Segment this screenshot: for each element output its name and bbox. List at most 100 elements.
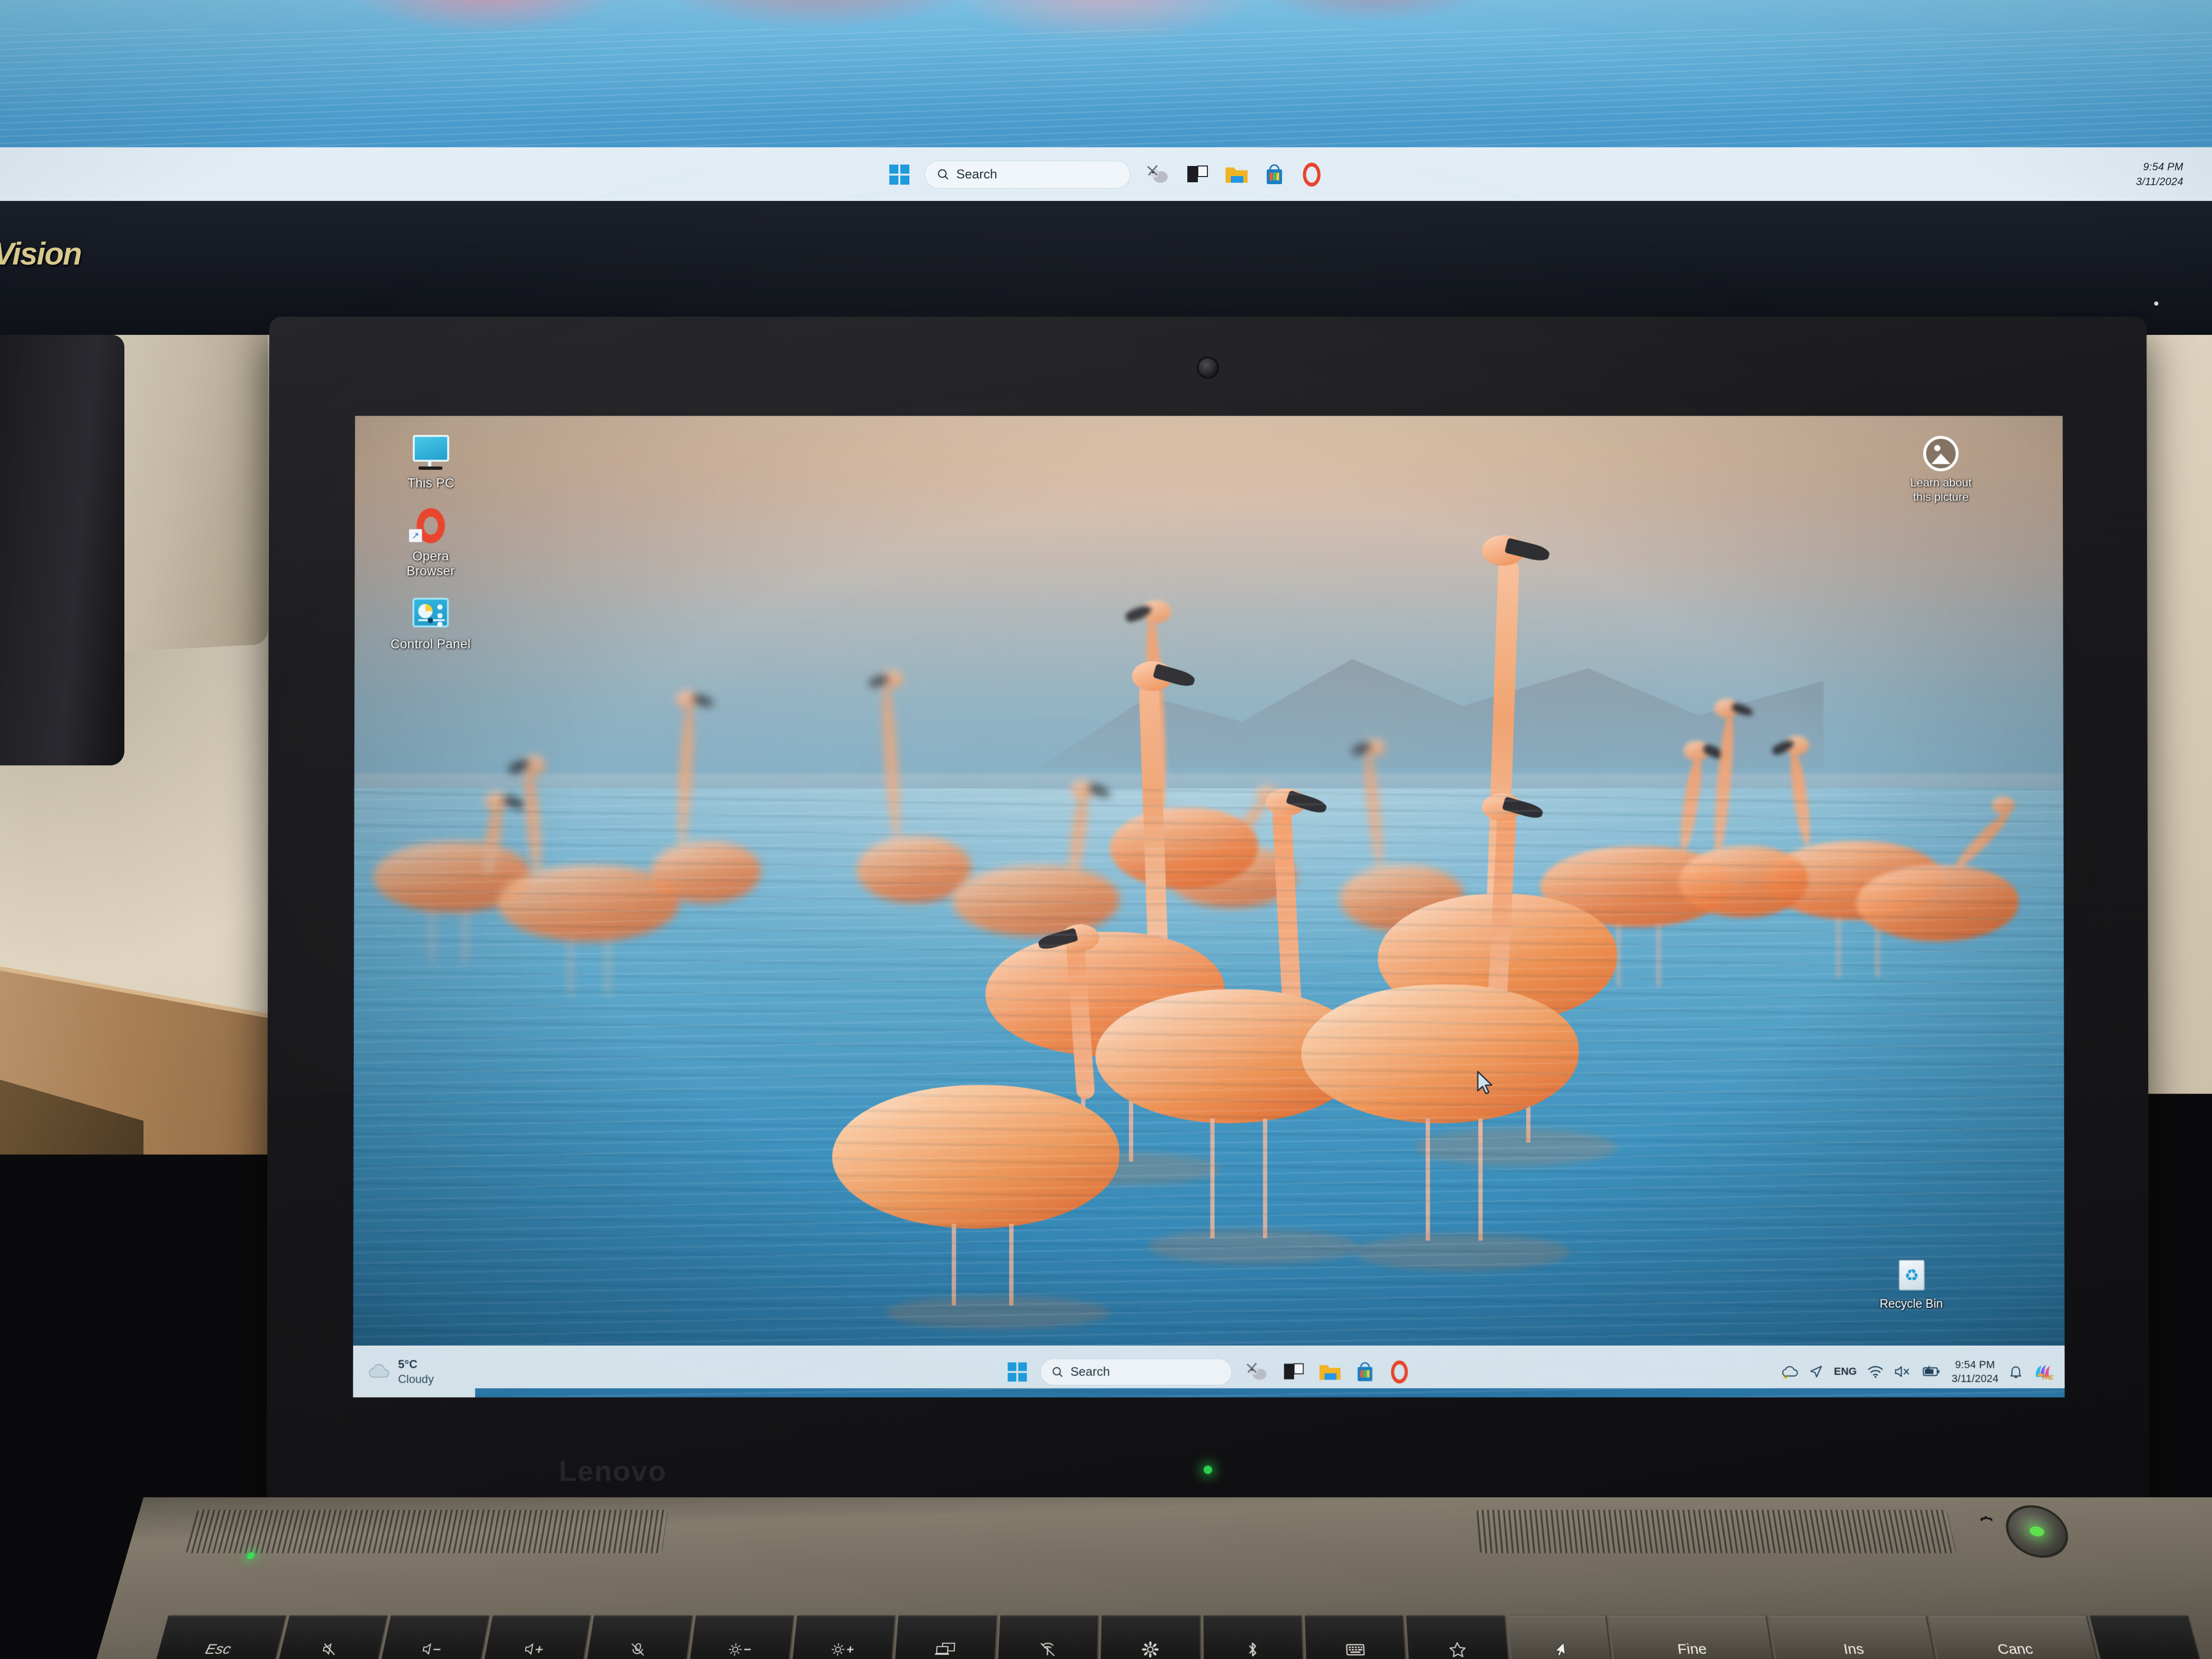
airplane-mode-key[interactable] (997, 1615, 1098, 1659)
brightness-up-icon (830, 1642, 855, 1657)
end-key[interactable]: Fine (1609, 1615, 1776, 1659)
volume-up-key[interactable] (480, 1615, 590, 1659)
search-icon (937, 168, 950, 181)
keyboard-settings-key[interactable] (1305, 1615, 1406, 1659)
external-taskbar-clock[interactable]: 9:54 PM 3/11/2024 (2136, 159, 2183, 190)
speaker-grille-right (1476, 1510, 1956, 1553)
insert-key[interactable]: Ins (1770, 1615, 1940, 1659)
laptop-lid: This PC ↗ Opera Browser Control Panel ♻ … (266, 317, 2149, 1522)
location-arrow-icon (1809, 1364, 1824, 1379)
mute-key[interactable] (273, 1615, 387, 1659)
desktop-icon-recycle-bin[interactable]: ♻ Recycle Bin (1868, 1258, 1954, 1311)
desktop-icon-this-pc[interactable]: This PC (376, 434, 486, 491)
star-icon (1449, 1642, 1467, 1657)
desktop-wallpaper (353, 416, 2065, 1397)
search-box[interactable]: Search (925, 161, 1130, 188)
volume-down-key[interactable] (376, 1615, 489, 1659)
esc-key-label: Esc (203, 1641, 232, 1658)
control-panel-label: Control Panel (390, 637, 470, 652)
function-key-row: Esc Fine Ins Canc (89, 1615, 2212, 1659)
extra-key[interactable] (2090, 1615, 2206, 1659)
keyboard-status-led (246, 1552, 255, 1559)
external-taskbar[interactable]: Search 9:54 PM 3/11/2024 (0, 147, 2212, 201)
laptop-status-led (1204, 1465, 1212, 1474)
location-icon[interactable] (1809, 1364, 1824, 1379)
copilot-button[interactable] (1145, 163, 1172, 187)
esc-key[interactable]: Esc (150, 1615, 286, 1659)
end-key-label: Fine (1677, 1641, 1708, 1658)
copilot-icon (1244, 1360, 1270, 1383)
external-taskbar-center: Search (888, 161, 1324, 188)
copilot-preview-badge: PRE (2042, 1375, 2053, 1382)
copilot-preview-icon[interactable]: PRE (2033, 1362, 2052, 1381)
notifications-icon[interactable] (2009, 1364, 2023, 1379)
copilot-icon (1145, 163, 1172, 187)
system-tray[interactable]: ENG 9:54 PM 3/11/2024 PRE (1781, 1358, 2052, 1386)
weather-widget[interactable]: 5°C Cloudy (367, 1357, 434, 1387)
file-explorer-button[interactable] (1224, 164, 1249, 186)
search-placeholder: Search (1071, 1364, 1110, 1379)
laptop-brand-label: Lenovo (559, 1454, 667, 1487)
file-explorer-button[interactable] (1318, 1361, 1342, 1382)
desktop-icon-column: This PC ↗ Opera Browser Control Panel (376, 434, 486, 652)
microsoft-store-button[interactable] (1263, 163, 1285, 186)
picture-info-icon (1923, 436, 1958, 471)
volume-muted-icon[interactable] (1894, 1365, 1912, 1378)
screen-vignette (353, 416, 2065, 1397)
control-panel-icon (409, 595, 453, 633)
opera-button[interactable] (1300, 163, 1324, 187)
cursor-key[interactable] (1508, 1615, 1614, 1659)
taskbar-clock[interactable]: 9:54 PM 3/11/2024 (1952, 1358, 1999, 1386)
settings-key[interactable] (1100, 1615, 1200, 1659)
desktop-icon-control-panel[interactable]: Control Panel (376, 595, 486, 652)
cursor-arrow-icon (1552, 1642, 1569, 1657)
keyboard-icon (1345, 1642, 1365, 1657)
clock-date: 3/11/2024 (1952, 1371, 1999, 1386)
battery-icon[interactable] (1922, 1365, 1941, 1378)
brightness-down-key[interactable] (686, 1615, 793, 1659)
learn-picture-line1: Learn about (1910, 476, 1971, 489)
insert-key-label: Ins (1842, 1641, 1865, 1658)
laptop-taskbar[interactable]: 5°C Cloudy Search ENG 9:54 PM 3/11/2024 … (353, 1346, 2065, 1397)
task-view-icon (1186, 164, 1210, 186)
delete-key[interactable]: Canc (1929, 1615, 2102, 1659)
copilot-button[interactable] (1244, 1360, 1270, 1383)
onedrive-icon[interactable] (1781, 1364, 1799, 1379)
favorites-key[interactable] (1406, 1615, 1510, 1659)
speaker-grille-left (186, 1510, 668, 1553)
learn-picture-line2: this picture (1913, 491, 1969, 504)
opera-label-line2: Browser (407, 564, 455, 578)
opera-icon (1391, 1360, 1408, 1383)
microsoft-store-button[interactable] (1354, 1360, 1375, 1382)
weather-condition: Cloudy (398, 1371, 434, 1386)
external-monitor-screen: Search 9:54 PM 3/11/2024 (0, 0, 2212, 201)
start-button[interactable] (888, 164, 910, 186)
desk-wood-edge-lower (0, 1080, 144, 1360)
bluetooth-icon (1246, 1641, 1260, 1658)
wifi-icon[interactable] (1867, 1365, 1883, 1378)
search-box[interactable]: Search (1040, 1358, 1232, 1385)
task-view-button[interactable] (1186, 164, 1210, 186)
store-bag-icon (1263, 163, 1285, 186)
brightness-up-key[interactable] (790, 1615, 895, 1659)
delete-key-label: Canc (1996, 1641, 2035, 1658)
start-button[interactable] (1007, 1361, 1028, 1382)
bluetooth-key[interactable] (1203, 1615, 1303, 1659)
laptop-webcam (1197, 357, 1219, 379)
language-indicator[interactable]: ENG (1834, 1365, 1857, 1378)
laptop-taskbar-center: Search (1007, 1358, 1411, 1385)
monitor-stand-arm (0, 335, 124, 765)
laptop-screen: This PC ↗ Opera Browser Control Panel ♻ … (353, 416, 2065, 1397)
monitor-brand-label: Vision (0, 235, 81, 272)
opera-button[interactable] (1388, 1360, 1411, 1383)
shortcut-arrow-icon: ↗ (409, 529, 422, 542)
clock-time: 9:54 PM (1952, 1358, 1999, 1372)
learn-about-picture-widget[interactable]: Learn about this picture (1891, 436, 1991, 505)
task-view-button[interactable] (1283, 1361, 1305, 1382)
display-switch-key[interactable] (894, 1615, 996, 1659)
task-view-icon (1283, 1361, 1305, 1382)
laptop-keyboard-deck: ⏞ Esc Fine Ins Canc (89, 1497, 2212, 1659)
desktop-icon-opera-browser[interactable]: ↗ Opera Browser (376, 507, 486, 579)
mic-mute-key[interactable] (583, 1615, 692, 1659)
power-button[interactable] (2001, 1505, 2074, 1558)
